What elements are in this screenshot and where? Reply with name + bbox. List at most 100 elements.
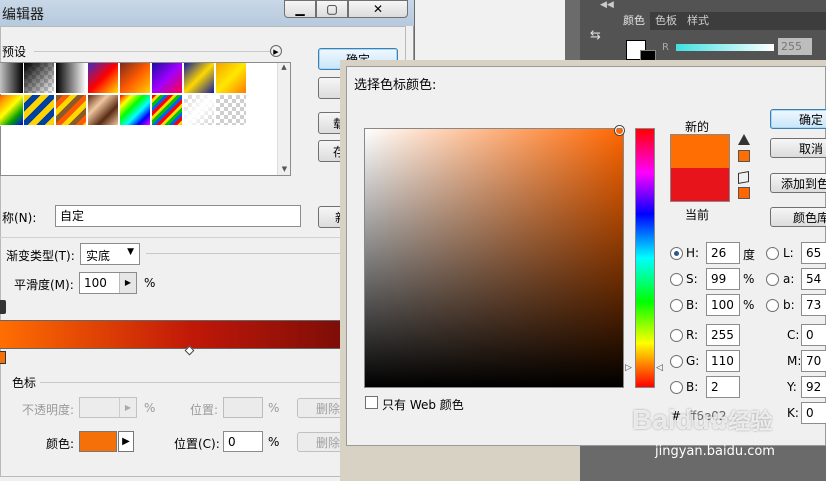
cmyk-y-key: Y: [787, 380, 797, 394]
red-slider-track[interactable] [676, 44, 774, 51]
preset-swatch[interactable] [216, 63, 247, 94]
lab-l-radio[interactable] [766, 247, 779, 260]
presets-scrollbar[interactable]: ▲ ▼ [277, 63, 290, 175]
presets-label: 预设 [2, 45, 27, 59]
slider-label: R [662, 42, 669, 53]
cmyk-y-field[interactable]: 92 [801, 376, 826, 398]
name-label: 称(N): [2, 211, 37, 225]
brightness-radio[interactable] [670, 299, 683, 312]
cmyk-m-field[interactable]: 70 [801, 350, 826, 372]
watermark-url: jingyan.baidu.com [655, 444, 775, 459]
hue-slider[interactable] [635, 128, 655, 388]
lab-a-field[interactable]: 54 [801, 268, 826, 290]
preset-swatch[interactable] [24, 95, 55, 126]
tab-styles[interactable]: 样式 [682, 12, 714, 30]
preset-swatch[interactable] [56, 63, 87, 94]
hue-radio[interactable] [670, 247, 683, 260]
picker-ok-button[interactable]: 确定 [770, 109, 826, 129]
new-color-preview [670, 134, 730, 168]
lab-l-field[interactable]: 65 [801, 242, 826, 264]
preset-swatch[interactable] [56, 95, 87, 126]
lab-l-key: L: [783, 246, 794, 260]
color-location-unit: % [268, 435, 280, 449]
name-field[interactable]: 自定 [55, 205, 301, 227]
minimize-button[interactable]: ▁ [284, 0, 316, 18]
picker-cancel-button[interactable]: 取消 [770, 138, 826, 158]
add-to-swatches-button[interactable]: 添加到色 [770, 173, 826, 193]
color-field[interactable] [364, 128, 624, 388]
color-label: 颜色: [46, 437, 75, 451]
preset-swatch[interactable] [88, 63, 119, 94]
color-stops-label: 色标 [12, 376, 37, 390]
slider-value-field[interactable]: 255 [778, 38, 812, 55]
red-radio[interactable] [670, 329, 683, 342]
blue-field[interactable]: 2 [706, 376, 740, 398]
blue-radio[interactable] [670, 381, 683, 394]
watermark-brand: Baidu [632, 404, 710, 435]
color-location-label: 位置(C): [174, 437, 220, 451]
smoothness-arrow-icon[interactable]: ▶ [119, 273, 136, 293]
preset-swatch[interactable] [24, 63, 55, 94]
current-color-preview[interactable] [670, 168, 730, 202]
tab-color[interactable]: 颜色 [618, 12, 650, 30]
opacity-arrow-icon[interactable]: ▶ [119, 398, 136, 417]
gamut-warning-icon[interactable] [738, 134, 750, 145]
lab-a-radio[interactable] [766, 273, 779, 286]
opacity-location-field[interactable] [223, 397, 263, 418]
smoothness-field[interactable]: 100 ▶ [79, 272, 137, 294]
color-libraries-button[interactable]: 颜色库 [770, 207, 826, 227]
presets-grid [0, 63, 256, 127]
opacity-stop-icon[interactable] [0, 300, 6, 314]
brightness-field[interactable]: 100 [706, 294, 740, 316]
web-safe-swatch[interactable] [738, 187, 750, 199]
opacity-location-label: 位置: [190, 403, 219, 417]
saturation-unit: % [743, 272, 755, 286]
preset-swatch[interactable] [120, 95, 151, 126]
web-only-label: 只有 Web 颜色 [382, 398, 464, 412]
lab-b-key: b: [783, 298, 795, 312]
preset-swatch[interactable] [88, 95, 119, 126]
color-location-field[interactable]: 0 [223, 431, 263, 452]
preset-swatch[interactable] [0, 63, 24, 94]
preset-swatch[interactable] [184, 63, 215, 94]
lab-b-field[interactable]: 73 [801, 294, 826, 316]
lab-b-radio[interactable] [766, 299, 779, 312]
red-field[interactable]: 255 [706, 324, 740, 346]
preset-swatch[interactable] [152, 95, 183, 126]
color-field-marker[interactable] [615, 126, 624, 135]
collapse-arrows-icon[interactable]: ◀◀ [600, 0, 614, 10]
blue-key: B: [686, 380, 699, 394]
gradient-type-select[interactable]: 实底 ▼ [80, 243, 140, 265]
stop-color-menu-icon[interactable]: ▶ [118, 431, 134, 452]
green-field[interactable]: 110 [706, 350, 740, 372]
web-safe-cube-icon[interactable] [738, 171, 749, 184]
brightness-key: B: [686, 298, 699, 312]
saturation-field[interactable]: 99 [706, 268, 740, 290]
saturation-radio[interactable] [670, 273, 683, 286]
preset-swatch[interactable] [184, 95, 215, 126]
green-key: G: [686, 354, 700, 368]
web-only-checkbox[interactable] [365, 396, 378, 409]
green-radio[interactable] [670, 355, 683, 368]
gamut-swatch[interactable] [738, 150, 750, 162]
tab-swatches[interactable]: 色板 [650, 12, 682, 30]
color-stop-icon[interactable] [0, 351, 6, 364]
smoothness-unit: % [144, 276, 156, 290]
gradient-preview-bar[interactable] [0, 320, 350, 349]
preset-swatch[interactable] [120, 63, 151, 94]
preset-swatch[interactable] [152, 63, 183, 94]
close-button[interactable]: ✕ [348, 0, 408, 18]
red-key: R: [686, 328, 699, 342]
cmyk-c-field[interactable]: 0 [801, 324, 826, 346]
hue-slider-arrow-right[interactable]: ◁ [656, 363, 663, 373]
hue-field[interactable]: 26 [706, 242, 740, 264]
tool-icon[interactable]: ⇆ [590, 28, 612, 44]
preset-swatch[interactable] [0, 95, 24, 126]
hue-slider-arrow-left[interactable]: ▷ [625, 363, 632, 373]
stop-color-swatch[interactable] [79, 431, 117, 452]
presets-menu-icon[interactable]: ▶ [270, 45, 282, 57]
maximize-button[interactable]: ▢ [316, 0, 348, 18]
watermark-brand-cn: 经验 [728, 409, 773, 434]
preset-swatch[interactable] [216, 95, 247, 126]
opacity-field[interactable]: ▶ [79, 397, 137, 418]
